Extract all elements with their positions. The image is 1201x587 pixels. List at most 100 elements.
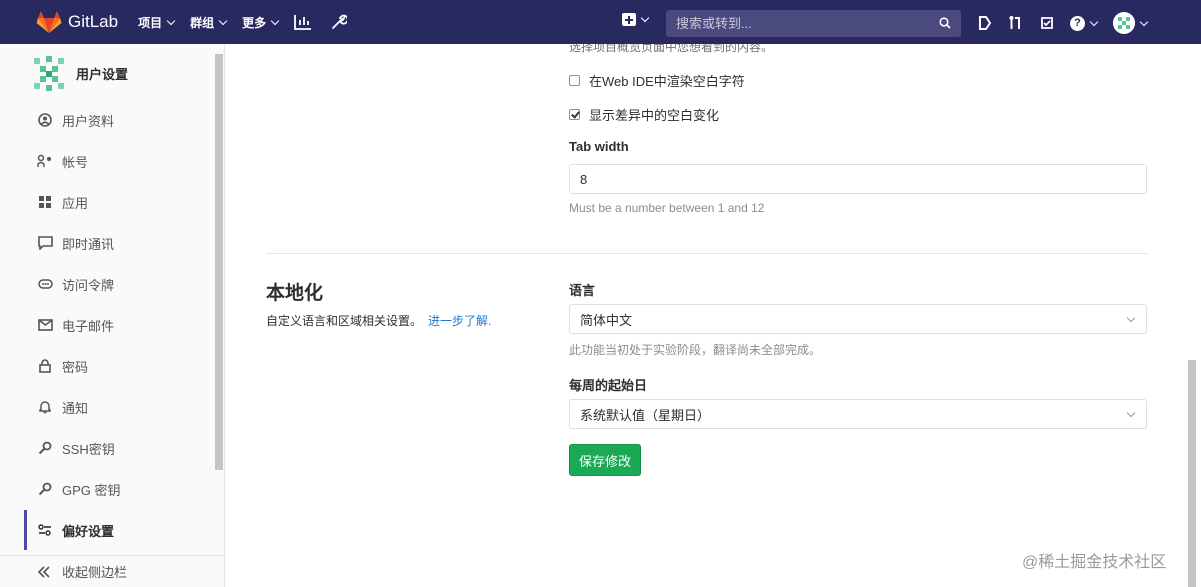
sidebar-item-label: 电子邮件	[62, 318, 115, 334]
search-input[interactable]	[676, 16, 926, 31]
bell-icon	[37, 399, 53, 415]
tab-width-label: Tab width	[569, 139, 629, 154]
sidebar-item-label: SSH密钥	[62, 441, 115, 457]
page-scrollbar[interactable]	[1188, 360, 1196, 587]
localization-desc-text: 自定义语言和区域相关设置。	[266, 314, 423, 328]
chat-icon	[37, 235, 53, 251]
nav-more-menu[interactable]: 更多	[242, 14, 280, 31]
localization-description: 自定义语言和区域相关设置。 进一步了解.	[266, 312, 491, 329]
gitlab-logo-icon	[36, 11, 62, 33]
user-menu[interactable]	[1113, 12, 1149, 34]
sidebar-item-account[interactable]: 帐号	[0, 141, 215, 181]
applications-icon	[37, 194, 53, 210]
new-item-dropdown[interactable]	[622, 13, 650, 26]
navbar-right-icons: ?	[977, 12, 1149, 34]
search-icon	[939, 17, 951, 29]
search-box	[666, 10, 961, 37]
sidebar-item-label: 用户资料	[62, 113, 115, 129]
nav-groups-label: 群组	[190, 15, 215, 30]
first-day-select[interactable]: 系统默认值（星期日）	[569, 399, 1147, 429]
chevron-down-icon	[640, 13, 650, 23]
sidebar-item-label: GPG 密钥	[62, 482, 121, 498]
todo-icon[interactable]	[977, 14, 993, 32]
nav-projects-label: 项目	[138, 15, 163, 30]
collapse-sidebar-label: 收起侧边栏	[62, 565, 128, 580]
sidebar-item-password[interactable]: 密码	[0, 346, 215, 386]
sidebar-item-emails[interactable]: 电子邮件	[0, 305, 215, 345]
preferences-content: 选择项目概览页面中您想看到的内容。 在Web IDE中渲染空白字符 显示差异中的…	[225, 44, 1201, 587]
sidebar-item-access-tokens[interactable]: 访问令牌	[0, 264, 215, 304]
brand-name: GitLab	[68, 12, 119, 31]
render-whitespace-ide-checkbox[interactable]: 在Web IDE中渲染空白字符	[569, 71, 745, 90]
key-icon	[37, 440, 53, 456]
sidebar-item-notifications[interactable]: 通知	[0, 387, 215, 427]
first-day-label: 每周的起始日	[569, 378, 648, 393]
localization-title: 本地化	[266, 283, 324, 304]
avatar	[34, 56, 64, 91]
main-nav: 项目 群组 更多	[138, 13, 366, 31]
issues-icon[interactable]	[1039, 14, 1055, 32]
chevron-down-icon	[1126, 408, 1136, 418]
sidebar-item-profile[interactable]: 用户资料	[0, 100, 215, 140]
avatar	[1113, 12, 1135, 34]
chevron-down-icon	[1126, 313, 1136, 323]
sidebar-header[interactable]: 用户设置	[30, 54, 128, 92]
language-help: 此功能当初处于实验阶段，翻译尚未全部完成。	[569, 343, 822, 357]
sidebar-item-gpg-keys[interactable]: GPG 密钥	[0, 469, 215, 509]
sidebar-item-label: 帐号	[62, 154, 89, 170]
language-label: 语言	[569, 283, 596, 298]
chevron-down-icon	[166, 16, 176, 25]
plus-square-icon	[622, 13, 636, 26]
preferences-icon	[37, 522, 53, 538]
chevron-down-icon	[270, 16, 280, 25]
checkbox-unchecked[interactable]	[569, 75, 580, 86]
double-chevron-left-icon	[37, 565, 53, 578]
sidebar-item-label: 密码	[62, 359, 89, 375]
sidebar-item-label: 访问令牌	[62, 277, 115, 293]
sidebar-item-label: 应用	[62, 195, 89, 211]
help-dropdown[interactable]: ?	[1070, 15, 1099, 31]
show-whitespace-diff-checkbox[interactable]: 显示差异中的空白变化	[569, 105, 719, 124]
checkbox-checked[interactable]	[569, 109, 580, 120]
sidebar-item-applications[interactable]: 应用	[0, 182, 215, 222]
section-divider	[266, 253, 1148, 254]
first-day-select-value: 系统默认值（星期日）	[580, 407, 711, 423]
account-icon	[37, 153, 53, 169]
chevron-down-icon	[1139, 17, 1149, 26]
learn-more-link[interactable]: 进一步了解.	[428, 314, 491, 328]
project-overview-help-text: 选择项目概览页面中您想看到的内容。	[569, 44, 774, 54]
sidebar-item-preferences[interactable]: 偏好设置	[0, 510, 215, 550]
sidebar-item-ssh-keys[interactable]: SSH密钥	[0, 428, 215, 468]
sidebar-item-chat[interactable]: 即时通讯	[0, 223, 215, 263]
sidebar-item-label: 通知	[62, 400, 89, 416]
token-icon	[37, 276, 53, 292]
save-changes-button[interactable]: 保存修改	[569, 444, 641, 476]
chevron-down-icon	[1089, 17, 1099, 26]
tab-width-help: Must be a number between 1 and 12	[569, 201, 765, 215]
language-select-value: 简体中文	[580, 312, 633, 328]
sidebar-item-label: 偏好设置	[62, 523, 115, 539]
sidebar-item-label: 即时通讯	[62, 236, 115, 252]
nav-more-label: 更多	[242, 15, 267, 30]
admin-wrench-icon[interactable]	[330, 13, 348, 31]
checkbox-label: 显示差异中的空白变化	[589, 108, 720, 123]
sidebar-title: 用户设置	[76, 66, 129, 82]
profile-icon	[37, 112, 53, 128]
chevron-down-icon	[218, 16, 228, 25]
top-navbar: GitLab 项目 群组 更多 搜索或转到... ?	[0, 0, 1201, 44]
tab-width-input[interactable]: 8	[569, 164, 1147, 194]
help-icon: ?	[1070, 15, 1085, 31]
language-select[interactable]: 简体中文	[569, 304, 1147, 334]
key-icon	[37, 481, 53, 497]
watermark: @稀土掘金技术社区	[1022, 554, 1167, 571]
lock-icon	[37, 358, 53, 374]
mail-icon	[37, 317, 53, 333]
settings-sidebar: 用户设置 用户资料 帐号 应用 即时通讯 访问令牌 电子邮件 密码 通知 SSH…	[0, 44, 225, 587]
gitlab-home-link[interactable]: GitLab	[36, 10, 118, 34]
nav-projects-menu[interactable]: 项目	[138, 14, 176, 31]
sidebar-scrollbar[interactable]	[215, 54, 223, 470]
activity-chart-icon[interactable]	[294, 13, 312, 31]
collapse-sidebar-button[interactable]: 收起侧边栏	[0, 555, 224, 587]
nav-groups-menu[interactable]: 群组	[190, 14, 228, 31]
merge-request-icon[interactable]	[1008, 14, 1024, 32]
